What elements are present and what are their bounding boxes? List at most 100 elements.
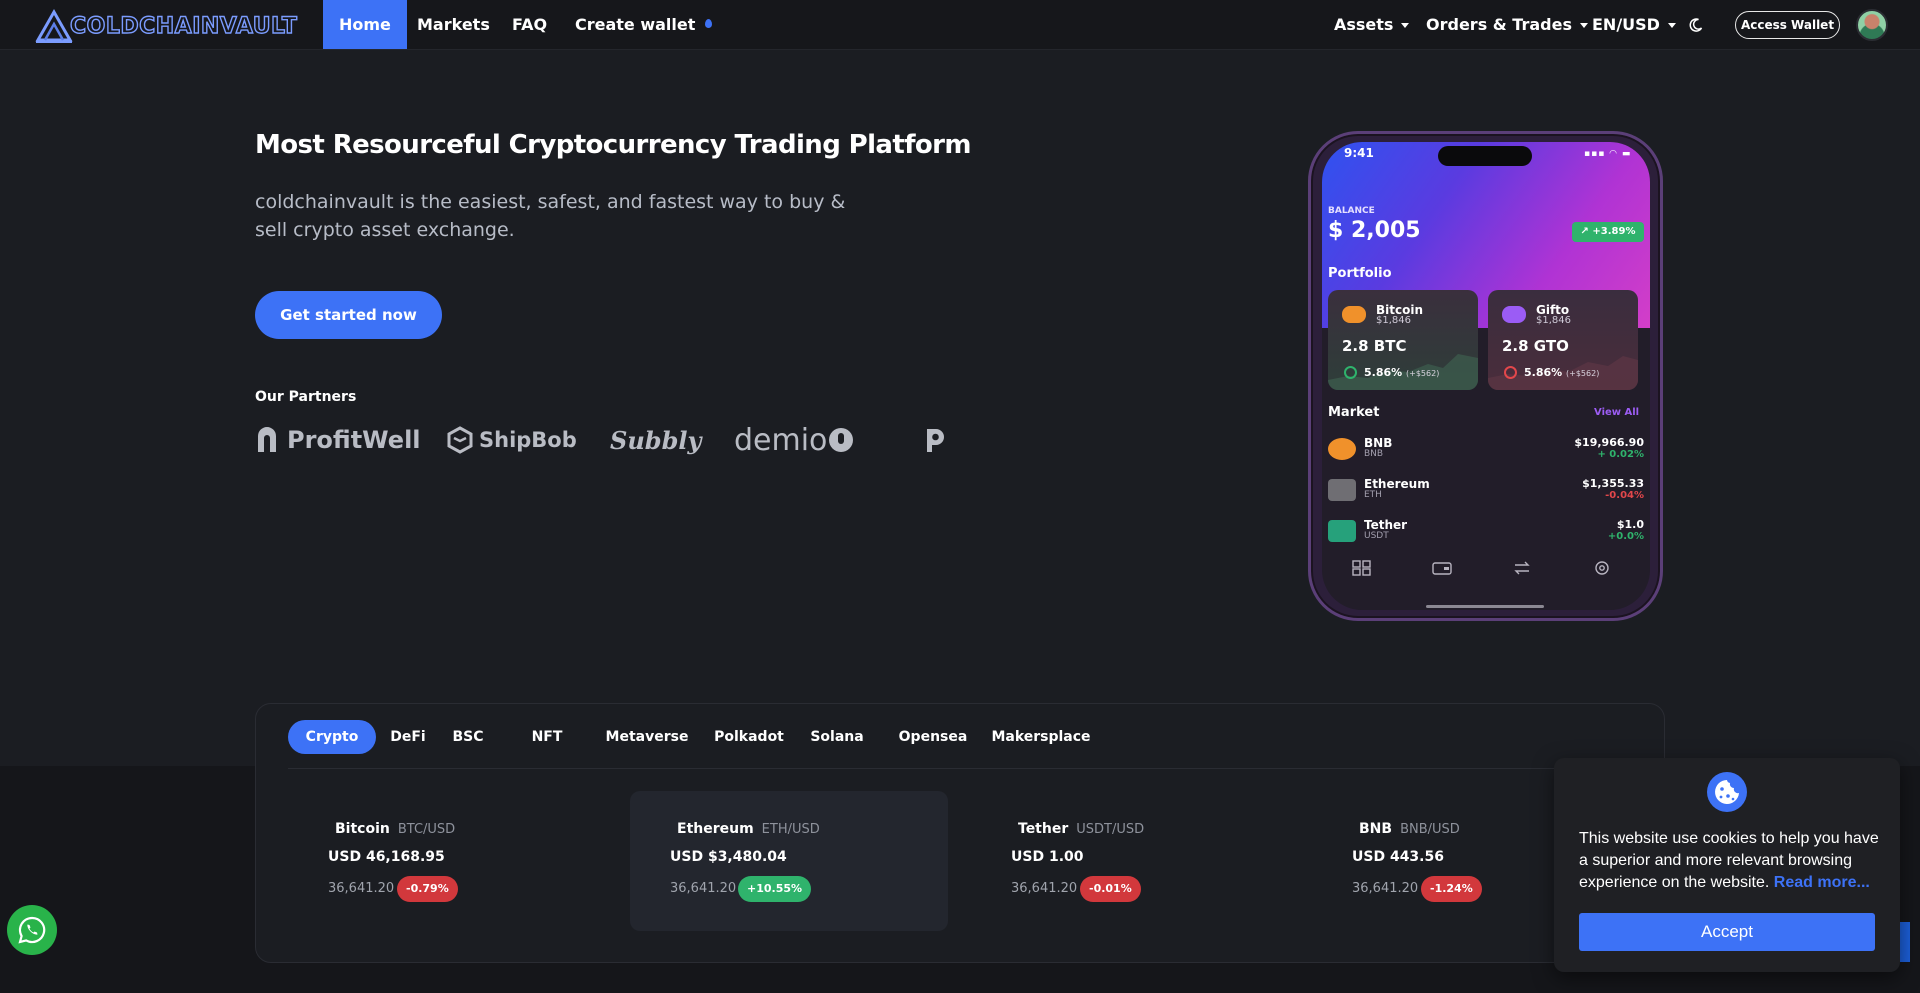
access-wallet-button[interactable]: Access Wallet xyxy=(1735,11,1840,39)
market-change: + 0.02% xyxy=(1597,449,1644,460)
tab-polkadot[interactable]: Polkadot xyxy=(703,720,795,754)
phone-tab-bar xyxy=(1322,560,1650,586)
card-price: $1,846 xyxy=(1376,315,1411,326)
portfolio-label: Portfolio xyxy=(1328,266,1392,281)
ticker-card[interactable]: Bitcoin BTC/USD USD 46,168.95 36,641.20 -… xyxy=(288,791,606,931)
market-symbol: USDT xyxy=(1364,531,1389,541)
cookie-banner: This website use cookies to help you hav… xyxy=(1554,758,1900,972)
home-indicator xyxy=(1426,605,1544,608)
phone-time: 9:41 xyxy=(1344,146,1374,160)
card-pct-value: 5.86% xyxy=(1524,366,1563,379)
card-pct: 5.86% (+$562) xyxy=(1524,366,1599,379)
card-gain: (+$562) xyxy=(1406,369,1440,378)
logo[interactable]: COLDCHAINVAULT xyxy=(34,8,298,44)
market-row: Ethereum ETH $1,355.33 -0.04% xyxy=(1322,475,1650,513)
ticker-change: -0.01% xyxy=(1080,876,1141,902)
ticker-card[interactable]: Tether USDT/USD USD 1.00 36,641.20 -0.01% xyxy=(971,791,1289,931)
up-icon xyxy=(1344,366,1357,379)
grid-icon xyxy=(1352,560,1371,576)
read-more-link[interactable]: Read more... xyxy=(1774,874,1870,891)
ticker-change: -1.24% xyxy=(1421,876,1482,902)
accept-button[interactable]: Accept xyxy=(1579,913,1875,951)
card-pct-value: 5.86% xyxy=(1364,366,1403,379)
market-price: $19,966.90 xyxy=(1574,436,1644,449)
market-label: Market xyxy=(1328,405,1380,420)
nav-home[interactable]: Home xyxy=(323,0,407,49)
partner-name: ShipBob xyxy=(479,428,577,452)
phone-screen: 9:41 ▪▪▪ ◠ ▬ BALANCE $ 2,005 ↗ +3.89% Po… xyxy=(1322,142,1650,610)
market-row: Tether USDT $1.0 +0.0% xyxy=(1322,516,1650,554)
tab-makersplace[interactable]: Makersplace xyxy=(986,720,1096,754)
market-price: $1,355.33 xyxy=(1582,477,1644,490)
drop-icon xyxy=(705,19,713,28)
card-gain: (+$562) xyxy=(1566,369,1600,378)
nav-create-wallet-label: Create wallet xyxy=(575,15,696,34)
tab-opensea[interactable]: Opensea xyxy=(890,720,976,754)
gift-icon xyxy=(1502,306,1526,323)
ticker-pair: USDT/USD xyxy=(1076,822,1145,837)
orders-dropdown[interactable]: Orders & Trades xyxy=(1426,0,1588,49)
tab-solana[interactable]: Solana xyxy=(797,720,877,754)
tab-crypto[interactable]: Crypto xyxy=(288,720,376,754)
market-symbol: BNB xyxy=(1364,449,1384,459)
nav-faq[interactable]: FAQ xyxy=(496,0,563,49)
market-name: Tether xyxy=(1364,518,1408,532)
card-amount: 2.8 BTC xyxy=(1342,337,1407,355)
market-row: BNB BNB $19,966.90 + 0.02% xyxy=(1322,434,1650,472)
partner-shipbob: ShipBob xyxy=(447,425,577,455)
card-pct: 5.86% (+$562) xyxy=(1364,366,1439,379)
ticker-volume: 36,641.20 xyxy=(670,881,737,896)
market-name: BNB xyxy=(1364,436,1393,450)
ticker-price: USD 443.56 xyxy=(1352,849,1444,865)
hero-title: Most Resourceful Cryptocurrency Trading … xyxy=(255,130,972,160)
assets-dropdown[interactable]: Assets xyxy=(1334,0,1410,49)
tab-defi[interactable]: DeFi xyxy=(380,720,436,754)
ticker-card[interactable]: Ethereum ETH/USD USD $3,480.04 36,641.20 … xyxy=(630,791,948,931)
portfolio-card-bitcoin: Bitcoin $1,846 2.8 BTC 5.86% (+$562) xyxy=(1328,290,1478,390)
assets-label: Assets xyxy=(1334,15,1394,34)
tabs-divider xyxy=(288,768,1665,769)
whatsapp-button[interactable] xyxy=(7,905,57,955)
market-symbol: ETH xyxy=(1364,490,1382,500)
view-all-link[interactable]: View All xyxy=(1594,407,1639,418)
p-logo-icon xyxy=(927,429,944,452)
hero-description: coldchainvault is the easiest, safest, a… xyxy=(255,191,846,241)
settings-icon xyxy=(1595,561,1609,575)
tab-metaverse[interactable]: Metaverse xyxy=(597,720,697,754)
ticker-price: USD 1.00 xyxy=(1011,849,1084,865)
ticker-change: -0.79% xyxy=(397,876,458,902)
ticker-change: +10.55% xyxy=(738,876,812,902)
profitwell-logo-icon xyxy=(258,427,276,452)
ticker-price: USD 46,168.95 xyxy=(328,849,445,865)
chevron-down-icon xyxy=(1579,23,1588,28)
card-price: $1,846 xyxy=(1536,315,1571,326)
market-change: -0.04% xyxy=(1605,490,1644,501)
market-name: Ethereum xyxy=(1364,477,1430,491)
portfolio-card-gifto: Gifto $1,846 2.8 GTO 5.86% (+$562) xyxy=(1488,290,1638,390)
nav-create-wallet[interactable]: Create wallet xyxy=(575,0,713,49)
ticker-name: Tether USDT/USD xyxy=(1018,821,1144,837)
ethereum-icon xyxy=(1328,479,1356,501)
tab-nft[interactable]: NFT xyxy=(527,720,567,754)
nav-markets[interactable]: Markets xyxy=(401,0,506,49)
partner-demio: demio xyxy=(734,422,854,458)
top-nav: COLDCHAINVAULT Home Markets FAQ Create w… xyxy=(0,0,1920,50)
status-icons: ▪▪▪ ◠ ▬ xyxy=(1584,149,1632,159)
partners-title: Our Partners xyxy=(255,389,357,405)
get-started-button[interactable]: Get started now xyxy=(255,291,442,339)
chevron-down-icon xyxy=(1667,23,1676,28)
tether-icon xyxy=(1328,520,1356,542)
avatar[interactable] xyxy=(1856,9,1888,41)
wallet-icon xyxy=(1432,562,1452,575)
locale-dropdown[interactable]: EN/USD xyxy=(1592,0,1676,49)
dynamic-island xyxy=(1438,146,1532,166)
market-change: +0.0% xyxy=(1607,531,1644,542)
partner-name: demio xyxy=(734,422,828,458)
partner-name: Subbly xyxy=(610,425,702,455)
chevron-down-icon xyxy=(1401,23,1410,28)
ticker-name-text: BNB xyxy=(1359,821,1393,837)
tab-bsc[interactable]: BSC xyxy=(443,720,493,754)
logo-text: COLDCHAINVAULT xyxy=(69,13,298,39)
moon-icon[interactable] xyxy=(1688,17,1704,33)
ticker-name-text: Ethereum xyxy=(677,821,754,837)
